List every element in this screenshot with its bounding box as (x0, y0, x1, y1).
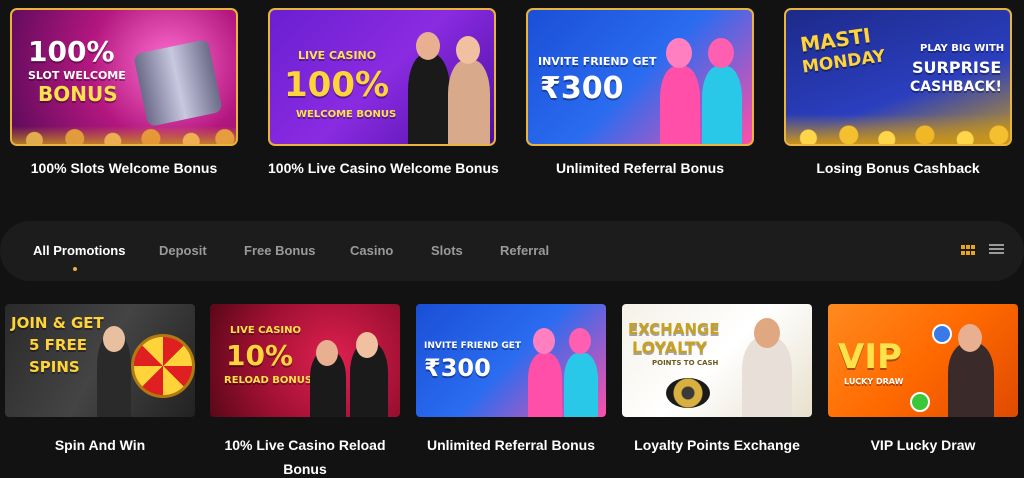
featured-card-referral[interactable]: INVITE FRIEND GET ₹300 Unlimited Referra… (526, 8, 754, 176)
person-figure (660, 66, 700, 144)
banner-text: INVITE FRIEND GET (424, 341, 522, 351)
coins-graphic (786, 114, 1010, 144)
person-head (708, 38, 734, 68)
host-figure (948, 343, 994, 417)
banner-text: 10% (226, 339, 294, 372)
banner-text: SPINS (29, 358, 80, 376)
person-figure (702, 66, 742, 144)
promo-card-vip-lucky-draw[interactable]: VIP LUCKY DRAW VIP Lucky Draw (828, 304, 1018, 457)
person-head (569, 328, 591, 354)
tab-free-bonus[interactable]: Free Bonus (244, 243, 316, 258)
slots-welcome-banner[interactable]: 100% SLOT WELCOME BONUS (10, 8, 238, 146)
tab-all-promotions[interactable]: All Promotions (33, 243, 125, 258)
live-casino-welcome-banner[interactable]: LIVE CASINO 100% WELCOME BONUS (268, 8, 496, 146)
banner-text: JOIN & GET (11, 314, 104, 332)
banner-text: ₹300 (540, 71, 624, 106)
banner-text: EXCHANGE (628, 320, 720, 338)
person-head (666, 38, 692, 68)
host-head (754, 318, 780, 348)
promo-title[interactable]: Unlimited Referral Bonus (526, 160, 754, 176)
tab-casino[interactable]: Casino (350, 243, 393, 258)
person-figure (528, 353, 562, 417)
active-tab-indicator (73, 267, 77, 271)
banner-text: RELOAD BONUS (224, 375, 313, 386)
featured-card-slots-welcome[interactable]: 100% SLOT WELCOME BONUS 100% Slots Welco… (10, 8, 238, 176)
host-head (958, 324, 982, 352)
host-head (456, 36, 480, 64)
tab-referral[interactable]: Referral (500, 243, 549, 258)
person-head (533, 328, 555, 354)
person-figure (564, 353, 598, 417)
banner-text: LIVE CASINO (298, 49, 377, 62)
host-head (356, 332, 378, 358)
promo-title[interactable]: Losing Bonus Cashback (784, 160, 1012, 176)
spin-and-win-banner[interactable]: JOIN & GET 5 FREE SPINS (5, 304, 195, 417)
list-view-icon[interactable] (989, 243, 1004, 257)
host-head (316, 340, 338, 366)
banner-text: WELCOME BONUS (296, 109, 397, 120)
lottery-ball-icon (932, 324, 952, 344)
promo-title[interactable]: 10% Live Casino Reload Bonus (210, 433, 400, 478)
banner-text: 5 FREE (29, 336, 87, 354)
promo-title[interactable]: 100% Slots Welcome Bonus (10, 160, 238, 176)
banner-text: SLOT WELCOME (28, 69, 126, 82)
promo-card-referral[interactable]: INVITE FRIEND GET ₹300 Unlimited Referra… (416, 304, 606, 457)
featured-card-cashback[interactable]: MASTI MONDAY PLAY BIG WITH SURPRISE CASH… (784, 8, 1012, 176)
promo-title[interactable]: 100% Live Casino Welcome Bonus (268, 160, 499, 176)
promo-title[interactable]: VIP Lucky Draw (828, 433, 1018, 457)
banner-text: LUCKY DRAW (844, 377, 904, 386)
promo-card-spin-and-win[interactable]: JOIN & GET 5 FREE SPINS Spin And Win (5, 304, 195, 457)
host-figure (448, 60, 490, 144)
lottery-ball-icon (910, 392, 930, 412)
tab-deposit[interactable]: Deposit (159, 243, 207, 258)
banner-text: 100% (28, 35, 115, 68)
featured-card-live-casino-welcome[interactable]: LIVE CASINO 100% WELCOME BONUS 100% Live… (268, 8, 499, 176)
chips-graphic (666, 378, 710, 408)
slot-reels-graphic (133, 38, 223, 128)
vip-lucky-draw-banner[interactable]: VIP LUCKY DRAW (828, 304, 1018, 417)
grid-view-icon[interactable] (961, 243, 975, 257)
live-casino-reload-banner[interactable]: LIVE CASINO 10% RELOAD BONUS (210, 304, 400, 417)
banner-text: VIP (838, 337, 902, 377)
banner-text: LOYALTY (632, 338, 708, 357)
cashback-banner[interactable]: MASTI MONDAY PLAY BIG WITH SURPRISE CASH… (784, 8, 1012, 146)
banner-text: SURPRISE (912, 58, 1002, 77)
host-figure (408, 54, 450, 144)
prize-wheel-graphic (131, 334, 195, 398)
referral-banner[interactable]: INVITE FRIEND GET ₹300 (416, 304, 606, 417)
banner-text: INVITE FRIEND GET (538, 55, 657, 68)
banner-text: BONUS (38, 82, 118, 106)
promo-card-loyalty-exchange[interactable]: EXCHANGE LOYALTY POINTS TO CASH Loyalty … (622, 304, 812, 457)
referral-banner[interactable]: INVITE FRIEND GET ₹300 (526, 8, 754, 146)
promo-card-live-casino-reload[interactable]: LIVE CASINO 10% RELOAD BONUS 10% Live Ca… (210, 304, 400, 478)
banner-text: PLAY BIG WITH (920, 43, 1005, 54)
banner-text: LIVE CASINO (230, 325, 302, 336)
promo-title[interactable]: Loyalty Points Exchange (622, 433, 812, 457)
host-head (103, 326, 125, 352)
promo-title[interactable]: Unlimited Referral Bonus (416, 433, 606, 457)
banner-text: POINTS TO CASH (652, 359, 719, 367)
tab-slots[interactable]: Slots (431, 243, 463, 258)
banner-text: 100% (284, 65, 390, 105)
banner-text: CASHBACK! (910, 79, 1002, 95)
promo-title[interactable]: Spin And Win (5, 433, 195, 457)
host-figure (742, 337, 792, 417)
coins-graphic (12, 126, 236, 144)
loyalty-exchange-banner[interactable]: EXCHANGE LOYALTY POINTS TO CASH (622, 304, 812, 417)
banner-text: ₹300 (424, 354, 491, 382)
host-head (416, 32, 440, 60)
featured-promotions: 100% SLOT WELCOME BONUS 100% Slots Welco… (0, 0, 1024, 200)
